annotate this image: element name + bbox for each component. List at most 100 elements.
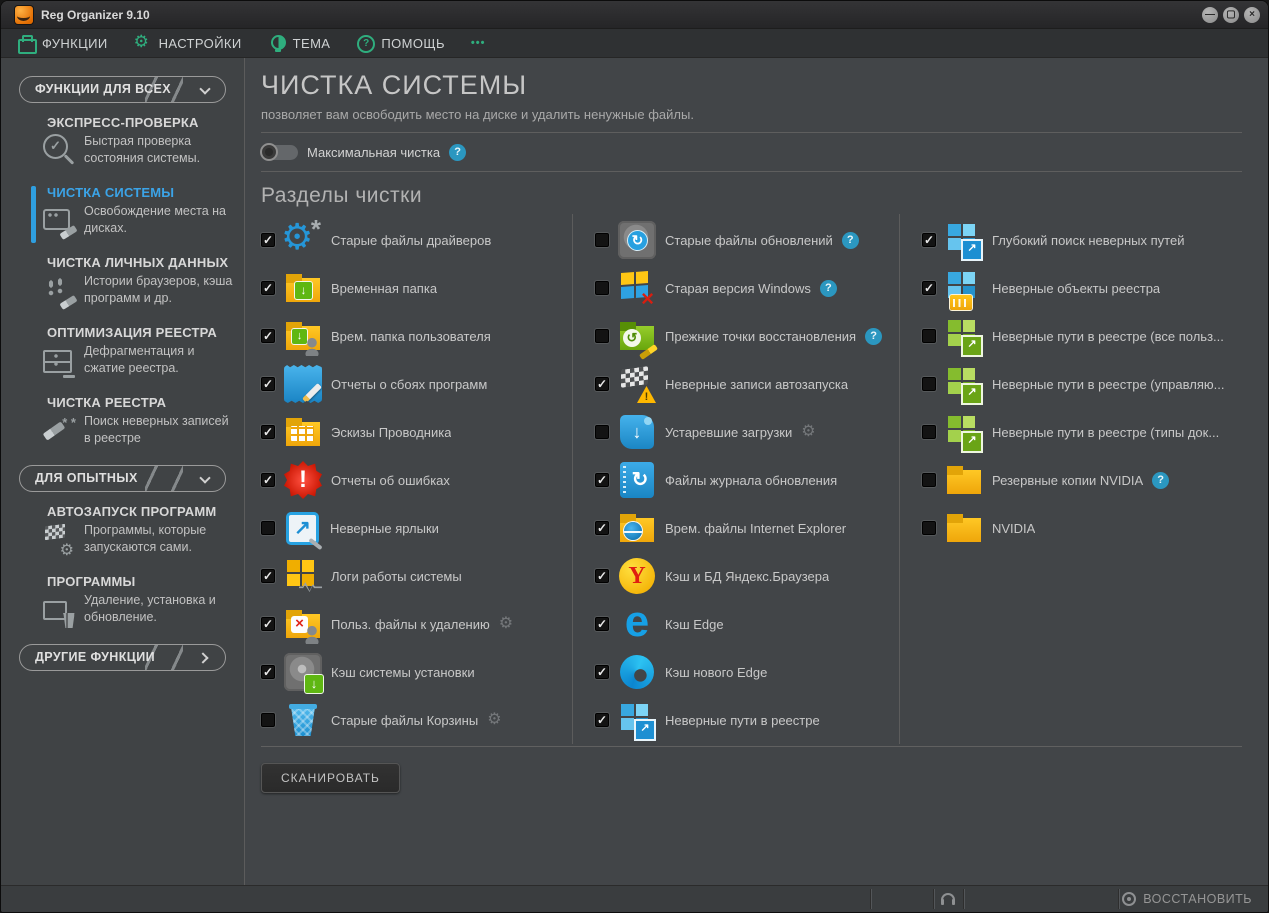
cleanup-item[interactable]: Врем. папка пользователя	[261, 312, 572, 360]
cleanup-item[interactable]: Прежние точки восстановления ?	[595, 312, 899, 360]
sidebar-item[interactable]: ОПТИМИЗАЦИЯ РЕЕСТРА Дефрагментация и сжа…	[1, 325, 244, 395]
menu-item[interactable]: ФУНКЦИИ	[17, 34, 108, 52]
cleanup-item[interactable]: Неверные ярлыки	[261, 504, 572, 552]
checkbox[interactable]	[595, 617, 609, 631]
cleanup-item-label: Отчеты об ошибках	[331, 473, 450, 488]
checkbox[interactable]	[922, 473, 936, 487]
checkbox[interactable]	[261, 425, 275, 439]
menu-item[interactable]: НАСТРОЙКИ	[134, 34, 242, 52]
checkbox[interactable]	[922, 521, 936, 535]
cleanup-item[interactable]: Временная папка	[261, 264, 572, 312]
cleanup-item[interactable]: Резервные копии NVIDIA ?	[922, 456, 1242, 504]
checkbox[interactable]	[261, 569, 275, 583]
cleanup-item[interactable]: Логи работы системы	[261, 552, 572, 600]
sidebar-item[interactable]: ЧИСТКА СИСТЕМЫ Освобождение места на дис…	[1, 185, 244, 255]
cleanup-item[interactable]: Кэш нового Edge	[595, 648, 899, 696]
checkbox[interactable]	[595, 233, 609, 247]
help-icon[interactable]: ?	[842, 232, 859, 249]
cleanup-item[interactable]: Неверные пути в реестре (типы док...	[922, 408, 1242, 456]
checkbox[interactable]	[595, 425, 609, 439]
checkbox[interactable]	[922, 233, 936, 247]
menu-item[interactable]: ПОМОЩЬ	[356, 34, 445, 52]
sidebar-section-header[interactable]: ДЛЯ ОПЫТНЫХ	[19, 465, 226, 492]
cleanup-item[interactable]: Неверные пути в реестре (управляю...	[922, 360, 1242, 408]
toggle-knob[interactable]	[260, 143, 278, 161]
checkbox[interactable]	[261, 233, 275, 247]
cleanup-item[interactable]: Старые файлы драйверов	[261, 216, 572, 264]
checkbox[interactable]	[261, 473, 275, 487]
cleanup-item[interactable]: Неверные объекты реестра	[922, 264, 1242, 312]
cleanup-item[interactable]: Польз. файлы к удалению ⚙	[261, 600, 572, 648]
help-icon[interactable]: ?	[865, 328, 882, 345]
cleanup-item[interactable]: Врем. файлы Internet Explorer	[595, 504, 899, 552]
cleanup-item[interactable]: Старые файлы обновлений ?	[595, 216, 899, 264]
checkbox[interactable]	[595, 521, 609, 535]
menu-item[interactable]: ТЕМА	[268, 34, 331, 52]
cleanup-item-label: Неверные пути в реестре (все польз...	[992, 329, 1224, 344]
sidebar-item-description: Быстрая проверка состояния системы.	[84, 133, 234, 169]
gear-icon[interactable]: ⚙	[487, 712, 501, 728]
minimize-icon[interactable]: —	[1202, 7, 1218, 23]
sidebar-item[interactable]: АВТОЗАПУСК ПРОГРАММ Программы, которые з…	[1, 504, 244, 574]
checkbox[interactable]	[261, 617, 275, 631]
sidebar-item[interactable]: ЧИСТКА РЕЕСТРА Поиск неверных записей в …	[1, 395, 244, 465]
sidebar-section-header[interactable]: ФУНКЦИИ ДЛЯ ВСЕХ	[19, 76, 226, 103]
help-icon[interactable]: ?	[1152, 472, 1169, 489]
checkbox[interactable]	[261, 713, 275, 727]
checkbox[interactable]	[261, 329, 275, 343]
cleanup-item[interactable]: Отчеты об ошибках	[261, 456, 572, 504]
sidebar-item[interactable]: ЭКСПРЕСС-ПРОВЕРКА Быстрая проверка состо…	[1, 115, 244, 185]
cleanup-item[interactable]: Старая версия Windows ?	[595, 264, 899, 312]
maximize-icon[interactable]: ▢	[1223, 7, 1239, 23]
cleanup-item[interactable]: Кэш системы установки	[261, 648, 572, 696]
cleanup-item[interactable]: Файлы журнала обновления	[595, 456, 899, 504]
checkbox[interactable]	[261, 665, 275, 679]
checkbox[interactable]	[595, 665, 609, 679]
checkbox[interactable]	[261, 281, 275, 295]
cleanup-item[interactable]: Кэш и БД Яндекс.Браузера	[595, 552, 899, 600]
headset-icon[interactable]	[941, 893, 955, 905]
help-icon[interactable]: ?	[449, 144, 466, 161]
checkbox[interactable]	[595, 473, 609, 487]
cleanup-item[interactable]: NVIDIA	[922, 504, 1242, 552]
menu-item[interactable]	[471, 34, 496, 52]
cleanup-item[interactable]: Глубокий поиск неверных путей	[922, 216, 1242, 264]
cleanup-item-label: Временная папка	[331, 281, 437, 296]
cleanup-item[interactable]: Неверные пути в реестре	[595, 696, 899, 744]
sidebar-item[interactable]: ЧИСТКА ЛИЧНЫХ ДАННЫХ Истории браузеров, …	[1, 255, 244, 325]
cleanup-item[interactable]: Неверные пути в реестре (все польз...	[922, 312, 1242, 360]
help-icon[interactable]: ?	[820, 280, 837, 297]
sidebar-item-title: ОПТИМИЗАЦИЯ РЕЕСТРА	[47, 325, 238, 340]
cleanup-item-label: Файлы журнала обновления	[665, 473, 837, 488]
checkbox[interactable]	[922, 425, 936, 439]
checkbox[interactable]	[922, 377, 936, 391]
max-cleanup-toggle[interactable]	[261, 145, 298, 160]
registry-cubes-deep-icon	[945, 221, 983, 259]
checkbox[interactable]	[595, 329, 609, 343]
cleanup-item[interactable]: Неверные записи автозапуска	[595, 360, 899, 408]
checkbox[interactable]	[595, 281, 609, 295]
cleanup-item[interactable]: Устаревшие загрузки ⚙	[595, 408, 899, 456]
cleanup-item[interactable]: Отчеты о сбоях программ	[261, 360, 572, 408]
checkbox[interactable]	[922, 329, 936, 343]
checkbox[interactable]	[922, 281, 936, 295]
checkbox[interactable]	[595, 569, 609, 583]
gear-icon[interactable]: ⚙	[801, 424, 815, 440]
sidebar-section-header[interactable]: ДРУГИЕ ФУНКЦИИ	[19, 644, 226, 671]
sidebar-item[interactable]: ПРОГРАММЫ Удаление, установка и обновлен…	[1, 574, 244, 644]
checkbox[interactable]	[261, 377, 275, 391]
cleanup-item[interactable]: Старые файлы Корзины ⚙	[261, 696, 572, 744]
checkbox[interactable]	[261, 521, 275, 535]
checkbox[interactable]	[595, 377, 609, 391]
restore-button[interactable]: ВОССТАНОВИТЬ	[1122, 886, 1252, 912]
cleanup-item[interactable]: Кэш Edge	[595, 600, 899, 648]
checkbox[interactable]	[595, 713, 609, 727]
cleanup-item[interactable]: Эскизы Проводника	[261, 408, 572, 456]
registry-cubes-icon	[618, 701, 656, 739]
statusbar-divider	[933, 889, 934, 909]
gear-icon[interactable]: ⚙	[499, 616, 513, 632]
close-icon[interactable]: ×	[1244, 7, 1260, 23]
scan-button[interactable]: СКАНИРОВАТЬ	[261, 763, 400, 793]
help-icon	[356, 34, 374, 52]
cleanup-item-label: Неверные записи автозапуска	[665, 377, 848, 392]
